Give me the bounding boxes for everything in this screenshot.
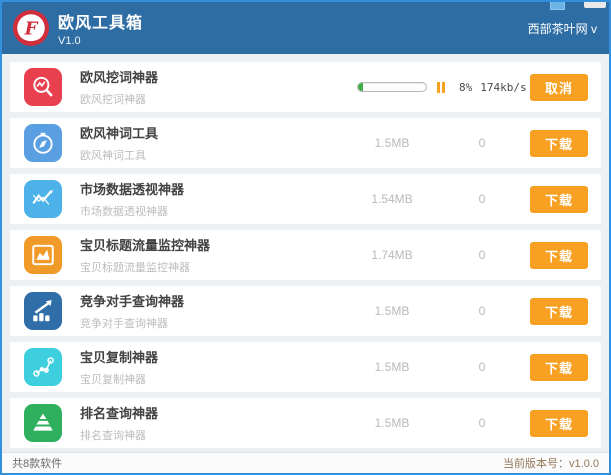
statusbar: 共8款软件 当前版本号：v1.0.0 xyxy=(2,452,609,473)
download-count: 0 xyxy=(478,416,486,430)
tool-row: 市场数据透视神器 市场数据透视神器 1.54MB 0 下载 xyxy=(10,174,601,224)
nodes-icon xyxy=(24,348,62,386)
tool-subtitle: 欧风挖词神器 xyxy=(80,94,146,106)
progress-fill xyxy=(358,83,364,91)
app-logo-icon: F xyxy=(12,9,50,47)
cancel-button[interactable]: 取消 xyxy=(530,73,588,101)
file-size: 1.54MB xyxy=(371,192,413,206)
svg-text:F: F xyxy=(24,19,39,40)
tool-subtitle: 欧风神词工具 xyxy=(80,150,146,162)
file-size: 1.74MB xyxy=(371,248,413,262)
download-button[interactable]: 下载 xyxy=(530,185,588,213)
title-block: 欧风工具箱 V1.0 xyxy=(58,9,143,47)
tool-row: 欧风神词工具 欧风神词工具 1.5MB 0 下载 xyxy=(10,118,601,168)
titlebar: F 欧风工具箱 V1.0 西部茶叶网 v xyxy=(2,2,609,54)
tool-list: 欧风挖词神器 欧风挖词神器 8% 174kb/s 取消 欧风神词工具 欧风神词工… xyxy=(2,54,609,452)
download-button[interactable]: 下载 xyxy=(530,409,588,437)
tool-title: 欧风神词工具 xyxy=(80,126,159,141)
tool-title: 市场数据透视神器 xyxy=(80,182,185,197)
file-size: 1.5MB xyxy=(374,360,410,374)
app-title: 欧风工具箱 xyxy=(58,15,144,32)
tool-subtitle: 市场数据透视神器 xyxy=(80,206,168,218)
keyword-mining-icon xyxy=(24,68,62,106)
tool-row: 欧风挖词神器 欧风挖词神器 8% 174kb/s 取消 xyxy=(10,62,601,112)
download-count: 0 xyxy=(478,136,486,150)
tool-title: 宝贝标题流量监控神器 xyxy=(80,238,211,253)
pause-icon[interactable] xyxy=(437,81,447,93)
download-count: 0 xyxy=(478,360,486,374)
download-button[interactable]: 下载 xyxy=(530,353,588,381)
minimize-button[interactable] xyxy=(550,2,565,10)
close-button[interactable] xyxy=(584,2,606,8)
header-site-link[interactable]: 西部茶叶网 v xyxy=(528,20,597,37)
tool-row: 竞争对手查询神器 竞争对手查询神器 1.5MB 0 下载 xyxy=(10,286,601,336)
download-button[interactable]: 下载 xyxy=(530,297,588,325)
tool-title: 欧风挖词神器 xyxy=(80,70,159,85)
tool-subtitle: 宝贝标题流量监控神器 xyxy=(80,262,190,274)
tool-title: 宝贝复制神器 xyxy=(80,350,159,365)
compass-icon xyxy=(24,124,62,162)
tool-row: 宝贝标题流量监控神器 宝贝标题流量监控神器 1.74MB 0 下载 xyxy=(10,230,601,280)
download-button[interactable]: 下载 xyxy=(530,129,588,157)
chart-box-icon xyxy=(24,236,62,274)
download-count: 0 xyxy=(478,192,486,206)
software-count-label: 共8款软件 xyxy=(12,458,63,470)
file-size: 1.5MB xyxy=(374,304,410,318)
file-size: 1.5MB xyxy=(374,136,410,150)
tool-row: 排名查询神器 排名查询神器 1.5MB 0 下载 xyxy=(10,398,601,448)
tool-subtitle: 竞争对手查询神器 xyxy=(80,318,168,330)
app-window: F 欧风工具箱 V1.0 西部茶叶网 v 欧风挖词神器 欧风挖词神器 8% 17… xyxy=(0,0,611,475)
tool-title: 排名查询神器 xyxy=(80,406,159,421)
download-count: 0 xyxy=(478,248,486,262)
download-count: 0 xyxy=(478,304,486,318)
download-button[interactable]: 下载 xyxy=(530,241,588,269)
trend-coins-icon xyxy=(24,292,62,330)
tool-row: 宝贝复制神器 宝贝复制神器 1.5MB 0 下载 xyxy=(10,342,601,392)
progress-bar xyxy=(357,82,427,92)
tool-subtitle: 宝贝复制神器 xyxy=(80,374,146,386)
app-version: V1.0 xyxy=(58,35,81,47)
pyramid-icon xyxy=(24,404,62,442)
tool-title: 竞争对手查询神器 xyxy=(80,294,185,309)
file-size: 1.5MB xyxy=(374,416,410,430)
progress-section: 8% 174kb/s xyxy=(337,80,527,94)
version-label: 当前版本号：v1.0.0 xyxy=(503,458,599,470)
tool-subtitle: 排名查询神器 xyxy=(80,430,146,442)
progress-percent: 8% xyxy=(459,80,473,94)
line-chart-icon xyxy=(24,180,62,218)
